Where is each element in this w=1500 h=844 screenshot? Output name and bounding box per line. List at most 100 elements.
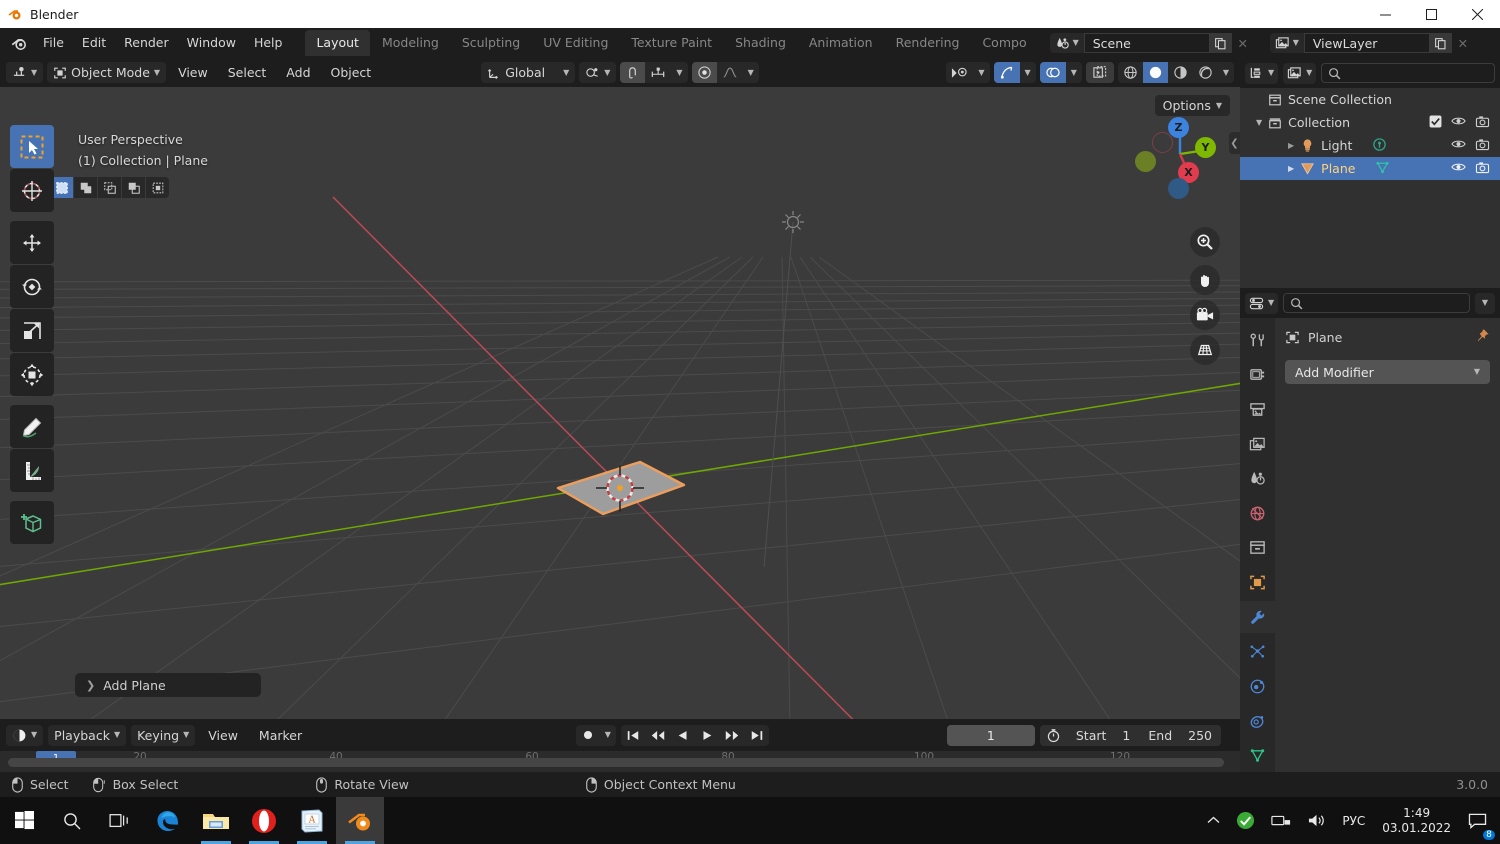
viewport-3d[interactable]: User Perspective (1) Collection | Plane … [0, 87, 1240, 719]
timeline-playback-menu[interactable]: Playback ▼ [48, 725, 126, 746]
workspace-tab-shading[interactable]: Shading [724, 30, 797, 56]
workspace-tab-uv-editing[interactable]: UV Editing [532, 30, 619, 56]
proportional-edit-toggle[interactable] [692, 62, 717, 83]
scene-name-field[interactable]: Scene [1084, 33, 1210, 53]
rendered-shading-button[interactable] [1193, 62, 1218, 83]
menu-edit[interactable]: Edit [73, 32, 115, 54]
start-button[interactable] [0, 797, 48, 844]
wireframe-shading-button[interactable] [1118, 62, 1143, 83]
outliner-row-collection[interactable]: ▼ Collection [1240, 111, 1500, 134]
search-button[interactable] [48, 797, 96, 844]
unlink-scene-button[interactable]: ✕ [1232, 33, 1254, 53]
gizmo-axis-neg-z[interactable] [1168, 178, 1189, 199]
scene-tab[interactable] [1240, 462, 1275, 495]
navigation-gizmo[interactable]: Z Y X [1138, 112, 1222, 196]
light-data-icon[interactable] [1372, 137, 1387, 155]
camera-view-button[interactable] [1190, 300, 1220, 330]
modifier-tab[interactable] [1240, 601, 1275, 634]
measure-tool[interactable] [10, 449, 54, 492]
use-preview-range-icon[interactable] [1040, 725, 1067, 746]
outliner-display-mode-button[interactable]: ▼ [1283, 63, 1316, 84]
keying-chevron[interactable]: ▼ [600, 725, 616, 746]
remove-viewlayer-button[interactable]: ✕ [1452, 33, 1474, 53]
show-hidden-icons-button[interactable] [1200, 797, 1227, 844]
outliner-search-input[interactable] [1321, 63, 1495, 83]
zoom-view-button[interactable] [1190, 227, 1220, 257]
snap-target-icon[interactable] [645, 62, 671, 83]
constraints-tab[interactable] [1240, 705, 1275, 738]
transform-tool[interactable] [10, 353, 54, 396]
viewlayer-icon[interactable]: ▼ [1270, 33, 1304, 53]
select-invert-button[interactable] [122, 177, 145, 198]
toggle-orthographic-button[interactable] [1190, 335, 1220, 365]
antivirus-icon[interactable] [1229, 797, 1262, 844]
volume-icon[interactable] [1300, 797, 1333, 844]
gizmo-axis-z[interactable]: Z [1168, 117, 1189, 138]
snap-options-chevron[interactable]: ▼ [671, 62, 687, 83]
timeline-editor-type-button[interactable]: ▼ [6, 725, 43, 746]
play-reverse-button[interactable] [671, 725, 695, 746]
move-tool[interactable] [10, 221, 54, 264]
falloff-chevron[interactable]: ▼ [743, 62, 759, 83]
opera-button[interactable] [240, 797, 288, 844]
tool-tab[interactable] [1240, 324, 1275, 357]
visibility-chevron[interactable]: ▼ [973, 62, 989, 83]
collection-tab[interactable] [1240, 532, 1275, 565]
workspace-tab-compositing[interactable]: Compo [971, 30, 1037, 56]
viewlayer-name-field[interactable]: ViewLayer [1304, 33, 1430, 53]
play-button[interactable] [695, 725, 719, 746]
wordpad-button[interactable]: A [288, 797, 336, 844]
workspace-tab-animation[interactable]: Animation [798, 30, 884, 56]
physics-tab[interactable] [1240, 670, 1275, 703]
show-gizmo-toggle[interactable] [994, 62, 1020, 83]
gizmo-chevron[interactable]: ▼ [1020, 62, 1036, 83]
frame-end-field[interactable]: End 250 [1139, 725, 1221, 746]
new-viewlayer-button[interactable] [1430, 33, 1452, 53]
disclosure-triangle-right-icon[interactable]: ▶ [1288, 164, 1294, 173]
workspace-tab-modeling[interactable]: Modeling [371, 30, 450, 56]
editor-type-button[interactable]: ▼ [6, 62, 43, 83]
sidebar-toggle-arrow[interactable]: ❮ [1229, 132, 1240, 154]
outliner-editor-type-button[interactable]: ▼ [1245, 63, 1278, 84]
mesh-data-icon[interactable] [1375, 160, 1390, 178]
outliner-row-light[interactable]: ▶ Light [1240, 134, 1500, 157]
properties-search-input[interactable] [1283, 293, 1470, 313]
close-button[interactable] [1454, 0, 1500, 28]
blender-menu-icon[interactable] [4, 34, 34, 52]
add-modifier-button[interactable]: Add Modifier ▼ [1285, 360, 1490, 384]
timeline-scrollbar[interactable] [8, 758, 1224, 767]
collection-visibility-eye-icon[interactable] [1451, 115, 1466, 130]
select-intersect-button[interactable] [146, 177, 169, 198]
xray-toggle[interactable] [1086, 62, 1114, 83]
world-tab[interactable] [1240, 497, 1275, 530]
viewport-menu-select[interactable]: Select [220, 65, 275, 80]
maximize-button[interactable] [1408, 0, 1454, 28]
outliner-row-scene-collection[interactable]: Scene Collection [1240, 88, 1500, 111]
viewport-menu-object[interactable]: Object [323, 65, 380, 80]
pin-icon[interactable] [1475, 328, 1490, 346]
current-frame-field[interactable]: 1 [947, 725, 1035, 746]
frame-start-field[interactable]: Start 1 [1067, 725, 1140, 746]
select-extend-button[interactable] [74, 177, 97, 198]
workspace-tab-rendering[interactable]: Rendering [885, 30, 971, 56]
cursor-tool[interactable] [10, 169, 54, 212]
menu-help[interactable]: Help [245, 32, 292, 54]
network-icon[interactable] [1264, 797, 1298, 844]
output-tab[interactable] [1240, 393, 1275, 426]
auto-keyframe-button[interactable] [576, 725, 600, 746]
file-explorer-button[interactable] [192, 797, 240, 844]
properties-editor-type-button[interactable]: ▼ [1245, 293, 1278, 314]
timeline-keying-menu[interactable]: Keying ▼ [131, 725, 195, 746]
view-layer-tab[interactable] [1240, 428, 1275, 461]
outliner-row-plane[interactable]: ▶ Plane [1240, 157, 1500, 180]
light-visibility-eye-icon[interactable] [1451, 138, 1466, 153]
plane-visibility-eye-icon[interactable] [1451, 161, 1466, 176]
clock[interactable]: 1:49 03.01.2022 [1374, 806, 1459, 836]
snapping-pivot-button[interactable]: ▼ [579, 62, 616, 83]
annotate-tool[interactable] [10, 405, 54, 448]
collection-checkbox[interactable] [1429, 115, 1442, 131]
light-render-camera-icon[interactable] [1475, 138, 1490, 154]
select-subtract-button[interactable] [98, 177, 121, 198]
shading-chevron[interactable]: ▼ [1218, 62, 1234, 83]
workspace-tab-sculpting[interactable]: Sculpting [451, 30, 531, 56]
